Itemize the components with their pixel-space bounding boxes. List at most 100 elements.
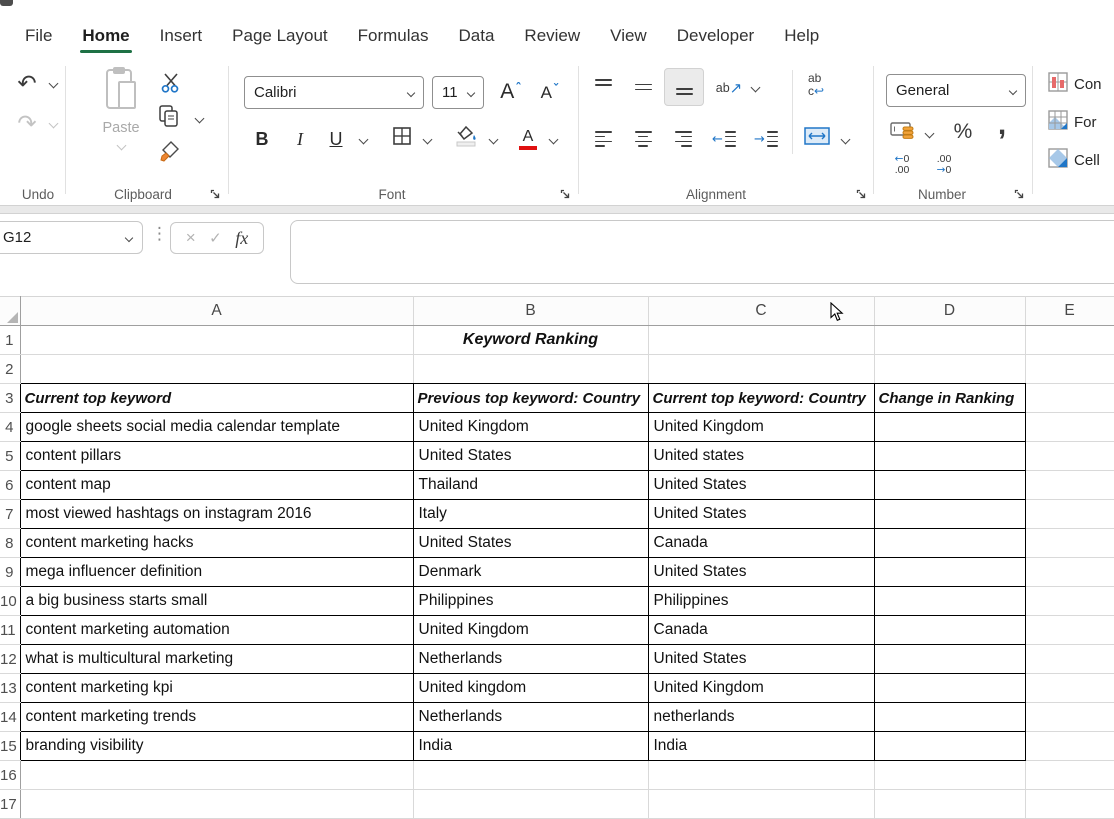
cell-B13[interactable]: United kingdom xyxy=(413,674,648,703)
align-center-button[interactable] xyxy=(626,124,660,154)
font-size-combobox[interactable]: 11 xyxy=(432,76,484,109)
redo-button[interactable]: ↷ xyxy=(10,108,44,140)
cell-B1[interactable]: Keyword Ranking xyxy=(413,326,648,355)
cell-E12[interactable] xyxy=(1025,645,1114,674)
cell-C13[interactable]: United Kingdom xyxy=(648,674,874,703)
cell-D17[interactable] xyxy=(874,790,1025,819)
cell-D7[interactable] xyxy=(874,500,1025,529)
cell-A9[interactable]: mega influencer definition xyxy=(20,558,413,587)
clipboard-dialog-launcher[interactable] xyxy=(210,187,221,198)
insert-function-icon[interactable]: fx xyxy=(235,228,248,249)
cell-A2[interactable] xyxy=(20,355,413,384)
cell-C16[interactable] xyxy=(648,761,874,790)
row-header-12[interactable]: 12 xyxy=(0,645,20,674)
undo-button[interactable]: ↶ xyxy=(10,68,44,100)
top-align-button[interactable] xyxy=(586,72,620,102)
wrap-text-button[interactable]: ab c↩ xyxy=(808,72,824,97)
formula-bar-grip-dots-icon[interactable]: ⋮ xyxy=(151,224,168,244)
cell-A15[interactable]: branding visibility xyxy=(20,732,413,761)
row-header-17[interactable]: 17 xyxy=(0,790,20,819)
cell-D14[interactable] xyxy=(874,703,1025,732)
percent-style-button[interactable]: % xyxy=(948,118,978,146)
cell-D5[interactable] xyxy=(874,442,1025,471)
cell-D11[interactable] xyxy=(874,616,1025,645)
borders-button[interactable] xyxy=(390,126,414,150)
orientation-button[interactable]: ab ↗ xyxy=(712,74,746,102)
align-left-button[interactable] xyxy=(586,124,620,154)
bottom-align-button[interactable] xyxy=(667,72,701,102)
menu-tab-insert[interactable]: Insert xyxy=(145,22,218,54)
cell-C10[interactable]: Philippines xyxy=(648,587,874,616)
cell-D1[interactable] xyxy=(874,326,1025,355)
cell-styles-button[interactable]: Cell xyxy=(1048,148,1100,173)
italic-button[interactable]: I xyxy=(286,124,314,154)
cell-E10[interactable] xyxy=(1025,587,1114,616)
cell-D4[interactable] xyxy=(874,413,1025,442)
fill-color-dropdown-chevron-icon[interactable] xyxy=(489,135,499,145)
increase-font-size-button[interactable]: A ˆ xyxy=(494,76,528,108)
menu-tab-home[interactable]: Home xyxy=(67,22,144,54)
cell-A3[interactable]: Current top keyword xyxy=(20,384,413,413)
select-all-corner[interactable] xyxy=(0,297,20,326)
cell-A11[interactable]: content marketing automation xyxy=(20,616,413,645)
cell-E11[interactable] xyxy=(1025,616,1114,645)
cell-A5[interactable]: content pillars xyxy=(20,442,413,471)
cell-D2[interactable] xyxy=(874,355,1025,384)
menu-tab-review[interactable]: Review xyxy=(509,22,595,54)
increase-decimal-button[interactable]: ←0 .00 xyxy=(884,154,920,176)
cell-E8[interactable] xyxy=(1025,529,1114,558)
cell-B11[interactable]: United Kingdom xyxy=(413,616,648,645)
cell-B5[interactable]: United States xyxy=(413,442,648,471)
row-header-8[interactable]: 8 xyxy=(0,529,20,558)
middle-align-button[interactable] xyxy=(626,72,660,102)
cell-B3[interactable]: Previous top keyword: Country xyxy=(413,384,648,413)
row-header-7[interactable]: 7 xyxy=(0,500,20,529)
align-right-button[interactable] xyxy=(666,124,700,154)
cell-B8[interactable]: United States xyxy=(413,529,648,558)
cell-A14[interactable]: content marketing trends xyxy=(20,703,413,732)
cell-C2[interactable] xyxy=(648,355,874,384)
undo-dropdown-chevron-icon[interactable] xyxy=(49,79,59,89)
cell-D13[interactable] xyxy=(874,674,1025,703)
format-painter-button[interactable] xyxy=(156,140,182,166)
cell-C4[interactable]: United Kingdom xyxy=(648,413,874,442)
cell-A1[interactable] xyxy=(20,326,413,355)
increase-indent-button[interactable]: → xyxy=(748,124,784,154)
cell-D3[interactable]: Change in Ranking xyxy=(874,384,1025,413)
row-header-14[interactable]: 14 xyxy=(0,703,20,732)
cell-A13[interactable]: content marketing kpi xyxy=(20,674,413,703)
underline-button[interactable]: U xyxy=(322,124,350,154)
row-header-9[interactable]: 9 xyxy=(0,558,20,587)
decrease-indent-button[interactable]: ← xyxy=(706,124,742,154)
cell-A17[interactable] xyxy=(20,790,413,819)
row-header-4[interactable]: 4 xyxy=(0,413,20,442)
number-dialog-launcher[interactable] xyxy=(1014,187,1025,198)
cell-B17[interactable] xyxy=(413,790,648,819)
menu-tab-page-layout[interactable]: Page Layout xyxy=(217,22,342,54)
font-name-combobox[interactable]: Calibri xyxy=(244,76,424,109)
cell-E16[interactable] xyxy=(1025,761,1114,790)
row-header-16[interactable]: 16 xyxy=(0,761,20,790)
cell-C5[interactable]: United states xyxy=(648,442,874,471)
col-header-C[interactable]: C xyxy=(648,297,874,326)
cell-A6[interactable]: content map xyxy=(20,471,413,500)
cell-E15[interactable] xyxy=(1025,732,1114,761)
paste-button[interactable]: Paste xyxy=(90,66,152,178)
col-header-E[interactable]: E xyxy=(1025,297,1114,326)
cell-C17[interactable] xyxy=(648,790,874,819)
cell-C1[interactable] xyxy=(648,326,874,355)
enter-check-icon[interactable]: ✓ xyxy=(209,229,222,247)
font-dialog-launcher[interactable] xyxy=(560,187,571,198)
cell-A10[interactable]: a big business starts small xyxy=(20,587,413,616)
cell-C8[interactable]: Canada xyxy=(648,529,874,558)
menu-tab-help[interactable]: Help xyxy=(769,22,834,54)
menu-tab-view[interactable]: View xyxy=(595,22,662,54)
row-header-5[interactable]: 5 xyxy=(0,442,20,471)
cell-B10[interactable]: Philippines xyxy=(413,587,648,616)
cell-C9[interactable]: United States xyxy=(648,558,874,587)
number-format-combobox[interactable]: General xyxy=(886,74,1026,107)
conditional-formatting-button[interactable]: Con xyxy=(1048,72,1102,97)
merge-center-button[interactable] xyxy=(802,126,832,150)
menu-tab-developer[interactable]: Developer xyxy=(662,22,770,54)
cell-E6[interactable] xyxy=(1025,471,1114,500)
